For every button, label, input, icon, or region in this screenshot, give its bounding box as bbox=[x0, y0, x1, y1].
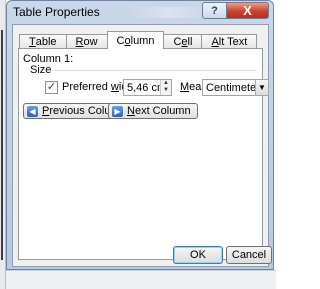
tab-column-rest: lumn bbox=[130, 34, 155, 47]
checkmark-icon: ✓ bbox=[46, 80, 57, 93]
title-blur bbox=[129, 7, 209, 18]
preferred-width-spinner[interactable]: 5,46 cm ▲ ▼ bbox=[123, 79, 172, 96]
ok-button-label: OK bbox=[190, 249, 206, 261]
close-icon: X bbox=[243, 3, 252, 18]
title-buttons: ? X bbox=[202, 2, 269, 19]
cancel-button-label: Cancel bbox=[231, 249, 267, 261]
tab-strip: Table Row Co lumn Ce ll Alt Text bbox=[19, 31, 258, 49]
help-icon: ? bbox=[211, 4, 218, 17]
measure-label-mnemonic: M bbox=[180, 81, 190, 93]
arrow-right-icon: ▶ bbox=[112, 105, 123, 117]
close-button[interactable]: X bbox=[227, 2, 269, 19]
spin-up-icon[interactable]: ▲ bbox=[161, 80, 171, 87]
cancel-button[interactable]: Cancel bbox=[226, 246, 272, 264]
tab-column-pre: C bbox=[116, 34, 125, 47]
tab-cell[interactable]: Ce ll bbox=[163, 34, 203, 49]
chevron-down-icon[interactable]: ▼ bbox=[255, 80, 268, 95]
tab-alt-text[interactable]: Alt Text bbox=[201, 34, 258, 49]
tab-alt-text-mnemonic: A bbox=[211, 36, 219, 48]
spin-down-icon[interactable]: ▼ bbox=[161, 87, 171, 94]
background-window-divider bbox=[1, 30, 3, 260]
tab-cell-rest: ll bbox=[187, 36, 193, 48]
next-column-label: ext Column bbox=[134, 105, 191, 117]
pw-label-pre: Preferred bbox=[62, 81, 111, 93]
tab-table-rest: able bbox=[35, 36, 57, 48]
tab-table[interactable]: Table bbox=[19, 34, 67, 49]
previous-column-mnemonic: P bbox=[42, 105, 50, 117]
size-group-label: Size bbox=[30, 64, 52, 76]
preferred-width-checkbox[interactable]: ✓ bbox=[45, 80, 58, 94]
help-button[interactable]: ? bbox=[202, 2, 227, 19]
pw-label-mnemonic: w bbox=[110, 81, 119, 93]
arrow-left-icon: ◀ bbox=[27, 105, 38, 117]
title-bar[interactable]: Table Properties ? X bbox=[7, 1, 273, 24]
tab-column[interactable]: Co lumn bbox=[106, 31, 165, 49]
tab-row-mnemonic: R bbox=[75, 36, 84, 48]
background-window-bottom bbox=[6, 270, 276, 289]
next-column-mnemonic: N bbox=[127, 105, 135, 117]
dialog-client-area: Table Row Co lumn Ce ll Alt Text Column 1:… bbox=[12, 24, 269, 267]
window-title: Table Properties bbox=[13, 5, 100, 19]
tab-row-rest: ow bbox=[83, 36, 98, 48]
tab-cell-pre: C bbox=[173, 36, 182, 48]
column-tab-panel: Column 1: Size ✓ Preferred width: 5,46 c… bbox=[18, 48, 269, 260]
tab-row[interactable]: Row bbox=[65, 34, 108, 49]
next-column-button[interactable]: ▶ Next Column bbox=[108, 103, 198, 119]
measure-in-select[interactable]: Centimeters ▼ bbox=[202, 79, 269, 96]
tab-alt-text-rest: lt Text bbox=[218, 36, 248, 48]
ok-button[interactable]: OK bbox=[173, 246, 223, 264]
spinner-buttons: ▲ ▼ bbox=[160, 80, 171, 95]
tab-table-mnemonic: T bbox=[29, 36, 36, 48]
size-group-divider bbox=[53, 70, 257, 71]
table-properties-dialog: Table Properties ? X Table Row Co lumn Ce… bbox=[6, 0, 274, 270]
